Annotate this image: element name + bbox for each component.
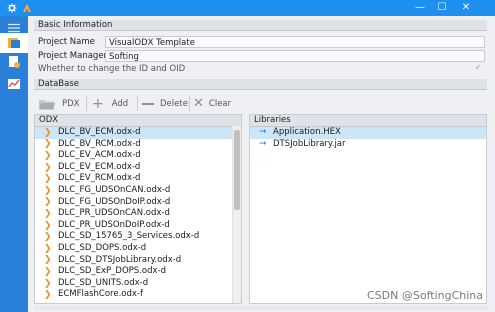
maximize-button[interactable]: ☐: [431, 0, 453, 16]
check-icon: ✓: [474, 63, 482, 72]
odx-list-item[interactable]: ❯ DLC_SD_DTSJobLibrary.odx-d: [35, 255, 232, 267]
basic-information-header: Basic Information: [34, 20, 487, 31]
settings-document-icon: [9, 56, 20, 68]
toolbar-separator: [137, 96, 138, 111]
library-list-item[interactable]: ➞ Application.HEX: [250, 127, 486, 139]
app-logo-icon: [23, 4, 31, 12]
sidebar-item-chart[interactable]: [3, 74, 25, 94]
chevron-right-icon: ❯: [44, 150, 52, 161]
main-area: Basic Information Project Name VisualODX…: [28, 16, 495, 312]
odx-panel: ODX ❯ DLC_BV_ECM.odx-d ❯ DLC_BV_RCM.odx-d …: [34, 114, 242, 304]
odx-header: ODX: [35, 115, 241, 127]
odx-list-item[interactable]: ❯ DLC_SD_UNITS.odx-d: [35, 278, 232, 290]
project-manager-label: Project Manager: [38, 51, 108, 61]
arrow-right-icon: ➞: [259, 138, 267, 149]
odx-list-item[interactable]: ❯ DLC_SD_ExP_DOPS.odx-d: [35, 266, 232, 278]
change-id-label: Whether to change the ID and OID: [38, 64, 186, 74]
odx-list: ❯ DLC_BV_ECM.odx-d ❯ DLC_BV_RCM.odx-d ❯ DLC…: [35, 127, 232, 303]
chevron-right-icon: ❯: [44, 243, 52, 254]
chevron-right-icon: ❯: [44, 290, 52, 301]
chevron-right-icon: ❯: [44, 220, 52, 231]
close-button[interactable]: ✕: [455, 0, 477, 16]
odx-list-item[interactable]: ❯ ECMFlashCore.odx-f: [35, 289, 232, 301]
chevron-right-icon: ❯: [44, 139, 52, 150]
delete-label: Delete: [160, 98, 188, 109]
chevron-right-icon: ❯: [44, 255, 52, 266]
chevron-right-icon: ❯: [44, 208, 52, 219]
arrow-right-icon: ➞: [259, 127, 267, 137]
database-header: DataBase: [34, 79, 487, 90]
odx-list-item[interactable]: ❯ DLC_EV_RCM.odx-d: [35, 173, 232, 185]
odx-list-item[interactable]: ❯ DLC_PR_UDSOnDoIP.odx-d: [35, 220, 232, 232]
odx-scroll-thumb[interactable]: [234, 130, 240, 210]
odx-list-item[interactable]: ❯ DLC_SD_15765_3_Services.odx-d: [35, 231, 232, 243]
chevron-right-icon: ❯: [44, 266, 52, 277]
minus-icon: [142, 102, 154, 105]
chevron-right-icon: ❯: [44, 232, 52, 243]
odx-list-item[interactable]: ❯ DLC_FG_UDSOnDoIP.odx-d: [35, 197, 232, 209]
sidebar-item-settings-document[interactable]: [3, 52, 25, 72]
odx-list-item[interactable]: ❯ DLC_EV_ACM.odx-d: [35, 150, 232, 162]
odx-list-item[interactable]: ❯ DLC_SD_DOPS.odx-d: [35, 243, 232, 255]
chevron-right-icon: ❯: [44, 278, 52, 289]
chevron-right-icon: ❯: [44, 185, 52, 196]
project-manager-field[interactable]: Softing: [105, 50, 485, 62]
menu-icon: [8, 23, 20, 33]
add-label: Add: [111, 98, 129, 109]
sidebar-item-project[interactable]: [0, 33, 28, 53]
project-name-field[interactable]: VisualODX Template: [105, 36, 485, 48]
project-name-label: Project Name: [38, 37, 95, 47]
odx-scrollbar[interactable]: [232, 126, 241, 303]
add-button[interactable]: + Add: [92, 96, 128, 111]
change-id-checkbox[interactable]: ✓: [472, 63, 484, 74]
pdx-label: PDX: [62, 98, 80, 109]
clear-button[interactable]: ✕ Clear: [193, 96, 231, 111]
folder-open-icon: [39, 99, 55, 109]
odx-list-item[interactable]: ❯ DLC_EV_ECM.odx-d: [35, 162, 232, 174]
chevron-right-icon: ❯: [44, 197, 52, 208]
chevron-right-icon: ❯: [44, 127, 52, 138]
title-bar: — ☐ ✕: [0, 0, 495, 16]
libraries-list: ➞ Application.HEX ➞ DTSJobLibrary.jar: [250, 127, 486, 303]
toolbar-separator: [86, 96, 87, 111]
minimize-button[interactable]: —: [409, 0, 431, 16]
delete-button[interactable]: Delete: [142, 96, 188, 111]
library-list-item[interactable]: ➞ DTSJobLibrary.jar: [250, 139, 486, 151]
chart-icon: [8, 79, 20, 89]
clear-label: Clear: [208, 98, 232, 109]
toolbar-separator: [189, 96, 190, 111]
odx-list-item[interactable]: ❯ DLC_BV_ECM.odx-d: [35, 127, 232, 139]
clear-x-icon: ✕: [193, 96, 204, 111]
libraries-header: Libraries: [250, 115, 486, 127]
odx-list-item[interactable]: ❯ DLC_PR_UDSOnCAN.odx-d: [35, 208, 232, 220]
app-gear-icon: [7, 3, 17, 13]
chevron-right-icon: ❯: [44, 162, 52, 173]
pdx-button[interactable]: PDX: [38, 96, 80, 111]
plus-icon: +: [92, 95, 104, 112]
libraries-panel: Libraries ➞ Application.HEX ➞ DTSJobLibrar…: [249, 114, 487, 304]
odx-list-item[interactable]: ❯ DLC_BV_RCM.odx-d: [35, 139, 232, 151]
watermark-text: CSDN @SoftingChina: [367, 289, 483, 302]
chevron-right-icon: ❯: [44, 174, 52, 185]
bottom-strip: [34, 306, 487, 310]
project-icon: [8, 38, 20, 48]
odx-list-item[interactable]: ❯ DLC_FG_UDSOnCAN.odx-d: [35, 185, 232, 197]
left-sidebar: [0, 16, 28, 312]
